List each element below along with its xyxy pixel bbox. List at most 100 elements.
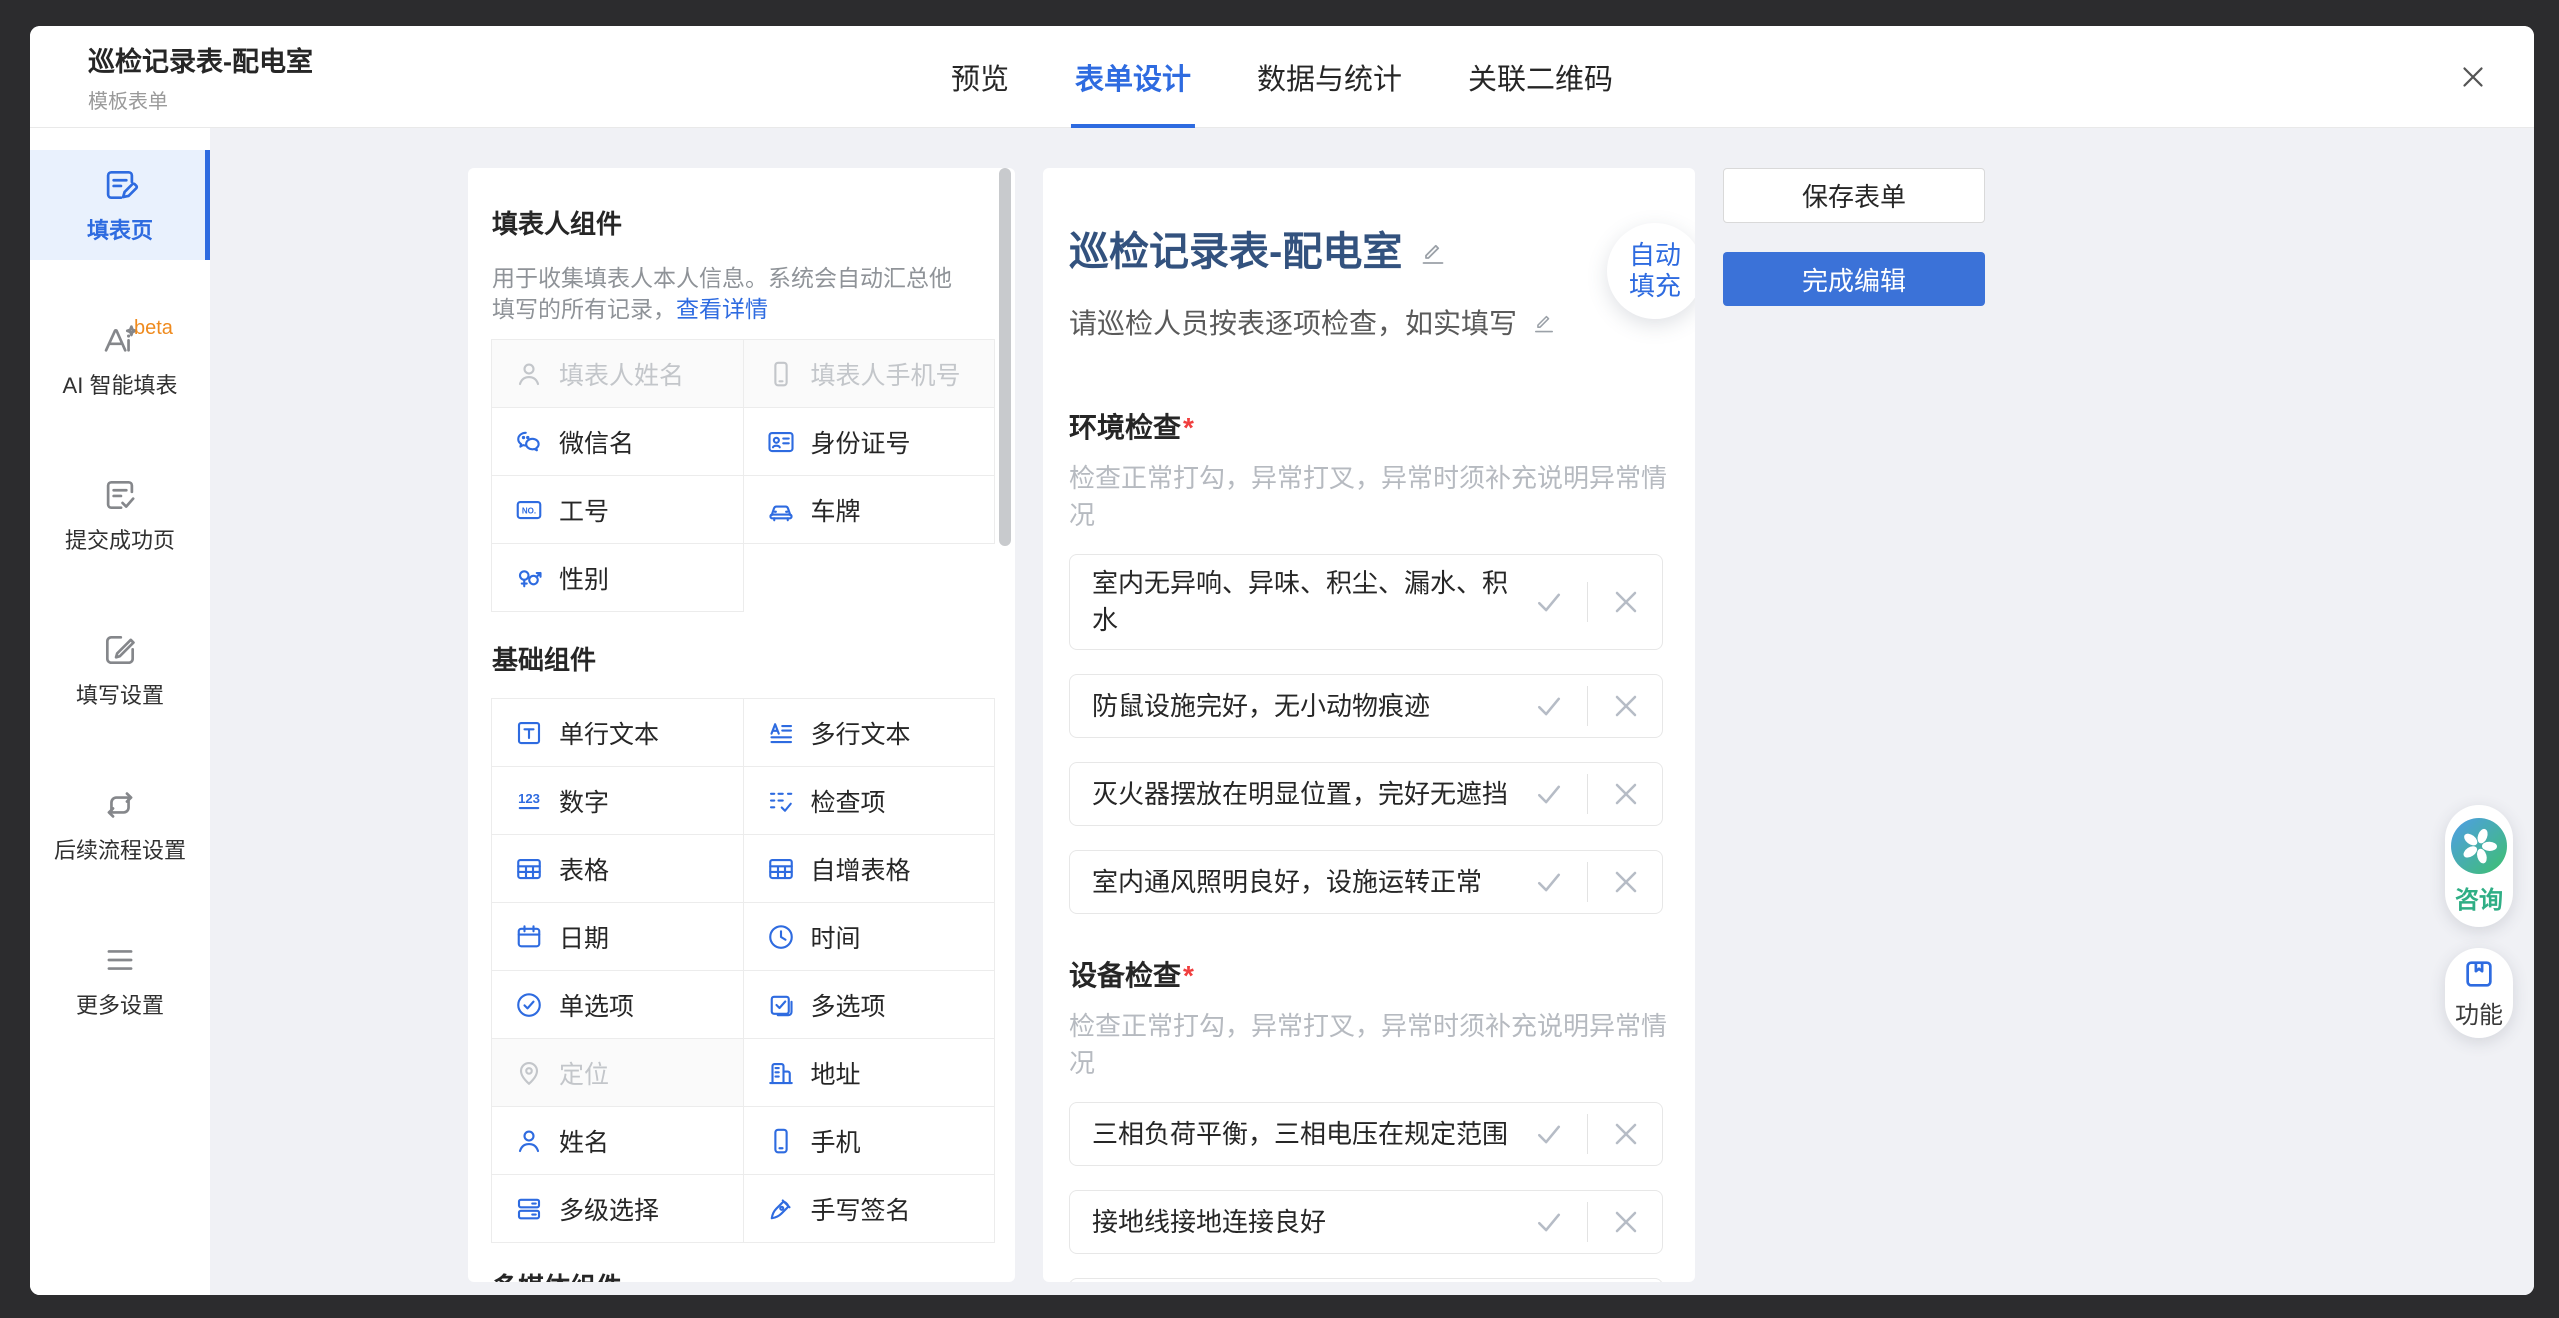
check-icon[interactable] bbox=[1531, 776, 1567, 812]
cross-icon[interactable] bbox=[1608, 864, 1644, 900]
checklist-item-text: 防鼠设施完好，无小动物痕迹 bbox=[1070, 678, 1531, 735]
check-icon[interactable] bbox=[1531, 584, 1567, 620]
text-icon bbox=[514, 718, 544, 748]
component-item[interactable]: 手机 bbox=[743, 1106, 996, 1175]
sidebar-item-3[interactable]: 填写设置 bbox=[30, 615, 210, 725]
component-item[interactable]: 手写签名 bbox=[743, 1174, 996, 1243]
autofill-button[interactable]: 自动 填充 bbox=[1607, 223, 1695, 319]
sidebar-item-label: 提交成功页 bbox=[65, 523, 175, 555]
checkbox-icon bbox=[766, 990, 796, 1020]
cycle-icon bbox=[101, 786, 139, 824]
checklist-item: 三相负荷平衡，三相电压在规定范围 bbox=[1069, 1102, 1663, 1166]
panel-scrollbar[interactable] bbox=[999, 168, 1011, 546]
form-title: 巡检记录表-配电室 bbox=[1069, 230, 1402, 274]
tab-3[interactable]: 关联二维码 bbox=[1468, 26, 1613, 128]
sidebar-item-5[interactable]: 更多设置 bbox=[30, 925, 210, 1035]
multiline-icon bbox=[766, 718, 796, 748]
sidebar-item-0[interactable]: 填表页 bbox=[30, 150, 210, 260]
check-icon[interactable] bbox=[1531, 1116, 1567, 1152]
cross-icon[interactable] bbox=[1608, 776, 1644, 812]
sidebar-item-1[interactable]: AI 智能填表beta bbox=[30, 305, 210, 415]
header-info: 巡检记录表-配电室 模板表单 bbox=[88, 46, 313, 114]
checklist-item: 接地线接地连接良好 bbox=[1069, 1190, 1663, 1254]
component-item: 填表人姓名 bbox=[491, 339, 744, 408]
component-item[interactable]: 车牌 bbox=[743, 475, 996, 544]
component-item-label: 单行文本 bbox=[559, 715, 659, 751]
component-item-label: 手写签名 bbox=[811, 1191, 911, 1227]
component-item[interactable]: 123 数字 bbox=[491, 766, 744, 835]
component-item-label: 时间 bbox=[811, 919, 861, 955]
check-icon[interactable] bbox=[1531, 864, 1567, 900]
component-item-label: 手机 bbox=[811, 1123, 861, 1159]
consult-button[interactable]: 咨询 bbox=[2445, 805, 2513, 927]
page-check-icon bbox=[101, 476, 139, 514]
component-item-label: 多级选择 bbox=[559, 1191, 659, 1227]
component-item: 定位 bbox=[491, 1038, 744, 1107]
svg-text:NO.: NO. bbox=[522, 506, 536, 515]
gender-icon bbox=[514, 563, 544, 593]
edit-title-icon[interactable] bbox=[1418, 237, 1448, 267]
address-icon bbox=[766, 1058, 796, 1088]
component-item[interactable]: 日期 bbox=[491, 902, 744, 971]
component-item[interactable]: NO. 工号 bbox=[491, 475, 744, 544]
user-icon bbox=[514, 359, 544, 389]
component-item[interactable]: 单行文本 bbox=[491, 698, 744, 767]
cross-icon[interactable] bbox=[1608, 688, 1644, 724]
components-panel: 填表人组件用于收集填表人本人信息。系统会自动汇总他填写的所有记录，查看详情填表人… bbox=[468, 168, 1015, 1282]
person-icon bbox=[514, 1126, 544, 1156]
panel-section-title: 填表人组件 bbox=[492, 204, 995, 241]
cross-icon[interactable] bbox=[1608, 1116, 1644, 1152]
component-item[interactable]: 身份证号 bbox=[743, 407, 996, 476]
component-item[interactable]: 姓名 bbox=[491, 1106, 744, 1175]
component-item[interactable]: 微信名 bbox=[491, 407, 744, 476]
checklist-section-title: 设备检查* bbox=[1069, 954, 1667, 994]
required-asterisk: * bbox=[1183, 960, 1194, 991]
cross-icon[interactable] bbox=[1608, 584, 1644, 620]
divider bbox=[1587, 582, 1588, 622]
tab-2[interactable]: 数据与统计 bbox=[1257, 26, 1402, 128]
save-form-button[interactable]: 保存表单 bbox=[1723, 168, 1985, 223]
component-item[interactable]: 单选项 bbox=[491, 970, 744, 1039]
component-item-label: 自增表格 bbox=[811, 851, 911, 887]
component-item[interactable]: 性别 bbox=[491, 543, 744, 612]
table-icon bbox=[514, 854, 544, 884]
tab-1[interactable]: 表单设计 bbox=[1075, 26, 1191, 128]
svg-text:123: 123 bbox=[518, 791, 540, 806]
component-item[interactable]: 时间 bbox=[743, 902, 996, 971]
view-details-link[interactable]: 查看详情 bbox=[676, 296, 768, 322]
edit-description-icon[interactable] bbox=[1531, 309, 1557, 335]
checklist-item: 灭火器摆放在明显位置，完好无遮挡 bbox=[1069, 762, 1663, 826]
component-item-label: 数字 bbox=[559, 783, 609, 819]
form-canvas: 巡检记录表-配电室 请巡检人员按表逐项检查，如实填写 自动 填充 环境检查*检查… bbox=[1043, 168, 1695, 1282]
component-item-label: 工号 bbox=[559, 492, 609, 528]
check-icon[interactable] bbox=[1531, 688, 1567, 724]
component-item-label: 填表人姓名 bbox=[559, 356, 684, 392]
component-item-label: 多选项 bbox=[811, 987, 886, 1023]
sidebar-item-4[interactable]: 后续流程设置 bbox=[30, 770, 210, 880]
tab-0[interactable]: 预览 bbox=[951, 26, 1009, 128]
feature-button[interactable]: 功能 bbox=[2445, 948, 2513, 1038]
close-icon[interactable] bbox=[2456, 60, 2490, 94]
sidebar-item-label: 填写设置 bbox=[76, 678, 164, 710]
autofill-label-line2: 填充 bbox=[1629, 271, 1681, 302]
cross-icon[interactable] bbox=[1608, 1204, 1644, 1240]
finish-edit-button[interactable]: 完成编辑 bbox=[1723, 252, 1985, 306]
panel-section-description: 用于收集填表人本人信息。系统会自动汇总他填写的所有记录，查看详情 bbox=[492, 263, 962, 325]
component-item-label: 微信名 bbox=[559, 424, 634, 460]
component-item[interactable]: 多级选择 bbox=[491, 1174, 744, 1243]
component-item[interactable]: 检查项 bbox=[743, 766, 996, 835]
component-item-label: 性别 bbox=[559, 560, 609, 596]
component-item[interactable]: 自增表格 bbox=[743, 834, 996, 903]
checklist-section: 设备检查*检查正常打勾，异常打叉，异常时须补充说明异常情况三相负荷平衡，三相电压… bbox=[1069, 954, 1667, 1282]
check-icon[interactable] bbox=[1531, 1204, 1567, 1240]
sidebar-item-2[interactable]: 提交成功页 bbox=[30, 460, 210, 570]
component-item[interactable]: 表格 bbox=[491, 834, 744, 903]
phone-icon bbox=[766, 359, 796, 389]
feature-label: 功能 bbox=[2455, 995, 2503, 1030]
component-item[interactable]: 多选项 bbox=[743, 970, 996, 1039]
component-item[interactable]: 多行文本 bbox=[743, 698, 996, 767]
sidebar-item-label: 更多设置 bbox=[76, 988, 164, 1020]
consult-label: 咨询 bbox=[2455, 880, 2503, 915]
component-item[interactable]: 地址 bbox=[743, 1038, 996, 1107]
checklist-item-text: 室内无异响、异味、积尘、漏水、积水 bbox=[1070, 555, 1531, 649]
